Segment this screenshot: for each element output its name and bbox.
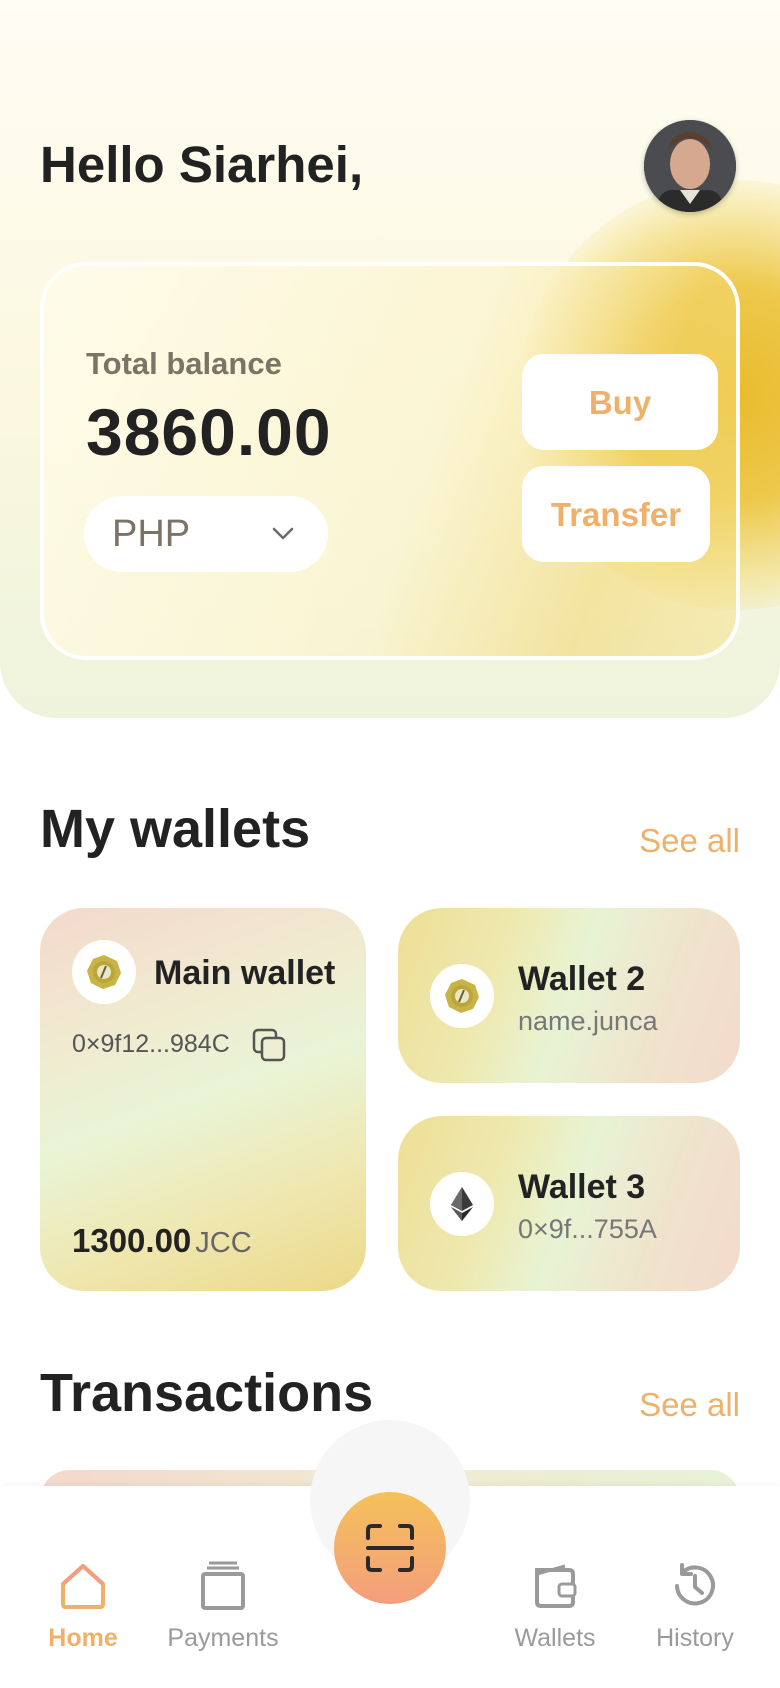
nav-wallets[interactable]: Wallets <box>485 1560 625 1653</box>
wallet-subtitle: 0×9f...755A <box>518 1214 657 1244</box>
transactions-see-all-link[interactable]: See all <box>639 1386 740 1424</box>
nav-history-label: History <box>656 1624 734 1652</box>
coin-icon <box>72 940 136 1004</box>
wallet-unit: JCC <box>195 1227 252 1259</box>
currency-value: PHP <box>112 513 191 555</box>
wallet-name: Wallet 2 <box>518 960 646 998</box>
greeting-title: Hello Siarhei, <box>40 136 364 193</box>
user-avatar[interactable] <box>644 120 736 212</box>
wallet-balance: 1300.00 JCC <box>72 1222 252 1260</box>
chevron-down-icon <box>272 527 294 540</box>
wallet-card-2[interactable]: Wallet 2 name.junca <box>398 908 740 1083</box>
nav-home[interactable]: Home <box>13 1560 153 1653</box>
balance-card: Total balance 3860.00 PHP Buy Transfer <box>40 262 740 660</box>
payments-icon <box>201 1561 245 1610</box>
coin-icon <box>430 964 494 1028</box>
currency-select[interactable]: PHP <box>84 496 328 572</box>
nav-wallets-label: Wallets <box>514 1624 596 1652</box>
history-icon <box>675 1563 715 1606</box>
balance-value: 3860.00 <box>86 395 332 469</box>
wallets-section-title: My wallets <box>40 799 311 859</box>
copy-icon[interactable] <box>250 1026 288 1064</box>
nav-payments-label: Payments <box>167 1624 279 1652</box>
nav-payments[interactable]: Payments <box>153 1560 293 1653</box>
wallet-name: Main wallet <box>154 954 336 992</box>
wallet-amount: 1300.00 <box>72 1222 192 1259</box>
nav-history[interactable]: History <box>625 1560 765 1653</box>
scan-button[interactable] <box>334 1492 446 1604</box>
nav-home-label: Home <box>48 1624 118 1652</box>
home-icon <box>61 1564 105 1609</box>
balance-label: Total balance <box>86 346 282 381</box>
wallets-see-all-link[interactable]: See all <box>639 822 740 860</box>
wallet-address: 0×9f12...984C <box>72 1030 230 1058</box>
wallet-subtitle: name.junca <box>518 1006 658 1036</box>
wallet-card-main[interactable]: Main wallet 0×9f12...984C 1300.00 JCC <box>40 908 366 1291</box>
scan-icon <box>366 1524 414 1572</box>
ethereum-icon <box>430 1172 494 1236</box>
transactions-section-title: Transactions <box>40 1363 374 1423</box>
wallet-card-3[interactable]: Wallet 3 0×9f...755A <box>398 1116 740 1291</box>
avatar-icon <box>644 120 736 212</box>
wallet-icon <box>535 1564 577 1608</box>
buy-button[interactable]: Buy <box>522 354 718 450</box>
wallet-name: Wallet 3 <box>518 1168 646 1206</box>
transfer-button[interactable]: Transfer <box>522 466 710 562</box>
